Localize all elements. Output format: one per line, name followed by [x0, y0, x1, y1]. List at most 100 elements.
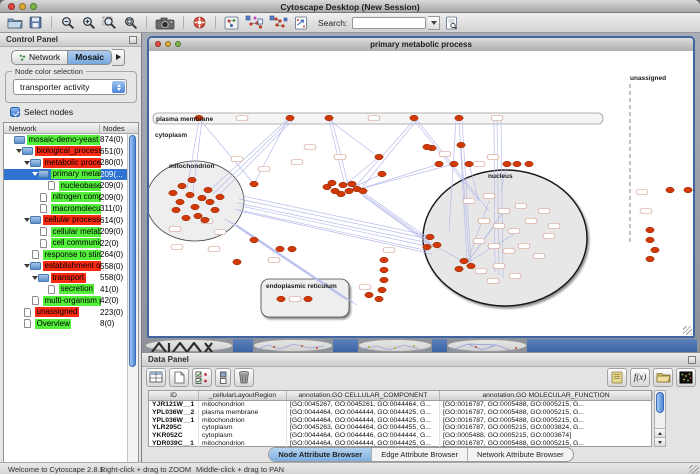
node-color-attribute-select[interactable]: transporter activity	[13, 79, 127, 95]
graph-node[interactable]	[211, 207, 219, 213]
select-all-attributes-button[interactable]	[192, 368, 212, 387]
graph-node[interactable]	[337, 191, 345, 197]
tab-mosaic[interactable]: Mosaic	[68, 50, 112, 65]
tree-item-multi-organism-pro[interactable]: multi-organism pro42(0)	[4, 295, 129, 307]
graph-node[interactable]	[380, 267, 388, 273]
graph-node[interactable]	[204, 187, 212, 193]
float-panel-icon[interactable]	[129, 36, 137, 44]
graph-node[interactable]	[651, 247, 659, 253]
tab-node-attribute-browser[interactable]: Node Attribute Browser	[269, 448, 372, 461]
graph-node[interactable]	[375, 154, 383, 160]
graph-node[interactable]	[465, 161, 473, 167]
graph-node[interactable]	[423, 144, 431, 150]
graph-node[interactable]	[455, 115, 463, 121]
zoom-out-button[interactable]	[58, 14, 77, 31]
graph-node[interactable]	[378, 287, 386, 293]
vizmapper-button[interactable]	[222, 14, 241, 31]
background-window-border[interactable]	[527, 339, 697, 352]
layout-a-button[interactable]	[243, 14, 265, 31]
search-dropdown-button[interactable]	[428, 16, 440, 30]
graph-node[interactable]	[457, 142, 465, 148]
graph-node[interactable]	[188, 177, 196, 183]
tree-item-unassigned[interactable]: unassigned223(0)	[4, 307, 129, 319]
advanced-search-button[interactable]	[442, 14, 461, 31]
layout-b-button[interactable]	[267, 14, 289, 31]
graph-node[interactable]	[378, 171, 386, 177]
graph-node[interactable]	[426, 234, 434, 240]
table-column-header[interactable]: annotation.GO MOLECULAR_FUNCTION	[440, 391, 653, 400]
tab-network-attribute-browser[interactable]: Network Attribute Browser	[468, 448, 573, 461]
network-window-resize-grip[interactable]	[683, 326, 692, 335]
graph-edge[interactable]	[241, 206, 431, 247]
table-row[interactable]: YJR121W__1mitochondrion[GO:0045267, GO:0…	[149, 401, 651, 409]
tree-scrollbar-thumb[interactable]	[129, 135, 136, 367]
graph-edge[interactable]	[360, 120, 417, 190]
region-nucleus[interactable]	[423, 170, 587, 306]
float-panel-icon[interactable]	[688, 356, 696, 364]
import-network-button[interactable]	[291, 14, 310, 31]
table-column-header[interactable]: ID	[149, 391, 199, 400]
graph-node[interactable]	[198, 195, 206, 201]
graph-node[interactable]	[276, 246, 284, 252]
graph-node[interactable]	[216, 194, 224, 200]
tree-item-nitrogen-compo[interactable]: nitrogen compo209(0)	[4, 192, 129, 204]
tree-item-secretion[interactable]: secretion41(0)	[4, 284, 129, 296]
disclosure-arrow-icon[interactable]	[23, 161, 30, 165]
select-attributes-button[interactable]	[146, 368, 166, 387]
graph-node[interactable]	[339, 182, 347, 188]
region-mitochondrion[interactable]	[149, 161, 244, 241]
tree-item-nucleobase-c[interactable]: nucleobase-c209(0)	[4, 180, 129, 192]
tab-network[interactable]: Network	[11, 50, 68, 65]
graph-edge[interactable]	[361, 194, 431, 244]
delete-attribute-button[interactable]	[234, 368, 254, 387]
graph-node[interactable]	[380, 277, 388, 283]
graph-node[interactable]	[194, 213, 202, 219]
select-nodes-checkbox[interactable]	[10, 107, 20, 117]
graph-node[interactable]	[277, 296, 285, 302]
graph-node[interactable]	[172, 207, 180, 213]
graph-edge[interactable]	[243, 196, 430, 236]
table-scrollbar-thumb[interactable]	[656, 392, 664, 413]
graph-node[interactable]	[345, 188, 353, 194]
network-window-titlebar[interactable]: primary metabolic process	[149, 38, 693, 52]
table-row[interactable]: YPL036W__2plasma membrane[GO:0044464, GO…	[149, 409, 651, 417]
graph-node[interactable]	[513, 161, 521, 167]
background-window-fragment[interactable]	[358, 339, 432, 352]
graph-edge[interactable]	[209, 120, 287, 191]
graph-node[interactable]	[646, 237, 654, 243]
table-column-header[interactable]: annotation.GO CELLULAR_COMPONENT	[287, 391, 440, 400]
tree-scrollbar[interactable]	[127, 134, 138, 473]
graph-node[interactable]	[233, 259, 241, 265]
window-resize-grip[interactable]	[689, 465, 699, 474]
graph-node[interactable]	[460, 258, 468, 264]
disclosure-arrow-icon[interactable]	[31, 276, 38, 280]
graph-node[interactable]	[182, 215, 190, 221]
graph-node[interactable]	[286, 115, 294, 121]
network-graph[interactable]: plasma membranecytoplasmmitochondrionnuc…	[149, 51, 693, 336]
graph-node[interactable]	[328, 180, 336, 186]
graph-node[interactable]	[410, 115, 418, 121]
zoom-in-button[interactable]	[79, 14, 98, 31]
graph-node[interactable]	[646, 256, 654, 262]
disclosure-arrow-icon[interactable]	[23, 218, 30, 222]
graph-node[interactable]	[646, 227, 654, 233]
tree-item-cellular-process[interactable]: cellular process614(0)	[4, 215, 129, 227]
graph-node[interactable]	[191, 204, 199, 210]
tree-item-biological-process[interactable]: biological_process651(0)	[4, 146, 129, 158]
tree-item-primary-metabol[interactable]: primary metabol209(...	[4, 169, 129, 181]
tree-item-transport[interactable]: transport558(0)	[4, 272, 129, 284]
import-attributes-button[interactable]	[607, 368, 627, 387]
graph-node[interactable]	[325, 115, 333, 121]
graph-edge[interactable]	[332, 120, 349, 188]
graph-node[interactable]	[666, 187, 674, 193]
matrix-view-button[interactable]	[676, 368, 696, 387]
background-window-border[interactable]	[333, 339, 358, 352]
graph-edge[interactable]	[360, 164, 454, 189]
zoom-fit-button[interactable]	[121, 14, 140, 31]
graph-node[interactable]	[455, 266, 463, 272]
graph-node[interactable]	[206, 199, 214, 205]
tree-item-overview[interactable]: Overview8(0)	[4, 318, 129, 330]
graph-node[interactable]	[186, 192, 194, 198]
create-attribute-button[interactable]	[169, 368, 189, 387]
save-session-button[interactable]	[26, 14, 45, 31]
